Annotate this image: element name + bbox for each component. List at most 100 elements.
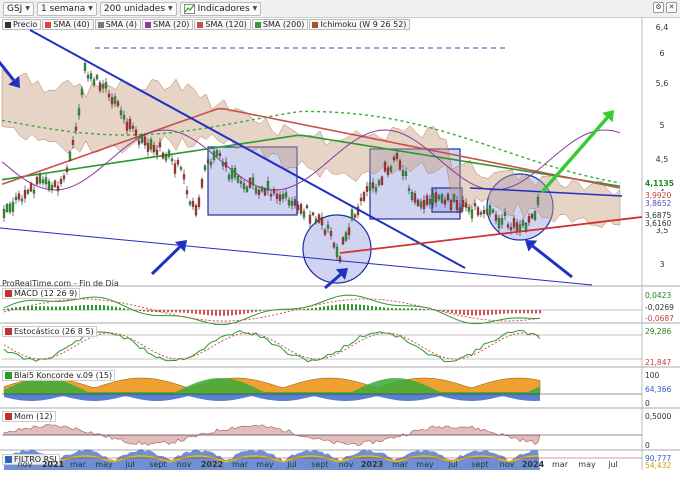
candle-body [389,166,393,172]
candle-body [176,160,180,165]
candle-body [260,186,264,192]
time-axis-year: 2023 [360,460,384,469]
candle-body [272,188,276,194]
candle-body [275,193,279,199]
candle-body [146,143,150,152]
candle-body [344,232,348,241]
time-axis-month: jul [448,460,458,469]
panel-title[interactable]: MACD (12 26 9) [2,288,81,299]
candle-body [245,186,249,192]
candle-body [380,176,384,185]
panel-value: 100 [645,371,660,380]
candle-body [5,203,9,212]
candle-body [491,209,495,213]
candle-body [122,115,126,120]
candle-body [269,194,273,197]
candle-body [170,158,174,162]
candle-body [236,176,240,183]
time-axis-month: nov [499,460,515,469]
candle-body [341,237,345,245]
price-tick-label: 6,4 [655,23,669,32]
panel-value: -0,0687 [645,314,674,323]
time-axis-month: sept [471,460,489,469]
candle-body [452,194,456,202]
candle-body [479,212,483,215]
source-label: ProRealTime.com - Fin de Día [2,279,119,288]
candle-body [287,199,291,206]
stochastic-panel [2,329,642,363]
time-axis-month: jul [125,460,135,469]
panel-title-label: Mom (12) [14,412,53,421]
time-axis: nov 2021 mar may jul sept nov 2022 mar may jul sept… [0,458,640,470]
price-tick-label: 6 [659,49,665,58]
candle-body [431,193,435,204]
candle-body [437,195,441,200]
candle-body [446,194,450,201]
candle-body [494,214,498,221]
candle-body [95,75,99,80]
panel-title[interactable]: Estocástico (26 8 5) [2,326,97,337]
candle-body [317,214,321,223]
panel-title[interactable]: Blai5 Koncorde v.09 (15) [2,370,116,381]
candle-body [374,187,378,192]
candle-body [41,179,45,184]
candle-body [68,151,72,161]
time-axis-year: 2022 [200,460,224,469]
time-axis-month: nov [17,460,33,469]
candle-body [98,82,102,91]
candle-body [443,199,447,205]
indicator-icon [5,328,12,335]
candle-body [509,227,513,231]
indicator-icon [5,372,12,379]
candle-body [92,79,96,86]
candle-body [293,199,297,206]
price-tick-label: 5 [659,121,665,130]
candle-body [53,180,57,187]
candle-body [140,134,144,143]
candle-body [47,181,51,190]
candle-body [206,159,210,163]
time-axis-month: jul [608,460,618,469]
candle-body [257,190,261,195]
macd-panel [2,294,642,326]
candle-body [521,220,525,226]
candle-body [155,150,159,155]
candle-body [533,211,537,220]
candle-body [221,162,225,166]
candle-body [185,190,189,195]
candle-body [32,189,36,194]
candle-body [485,209,489,214]
time-axis-month: nov [338,460,354,469]
candle-body [365,186,369,192]
time-axis-month: mar [70,460,86,469]
panel-title[interactable]: Mom (12) [2,411,56,422]
candle-body [314,218,318,223]
candle-body [482,210,486,214]
candle-body [188,201,192,205]
candle-body [497,218,501,229]
koncorde-blue-area [4,394,540,401]
candle-body [137,140,141,145]
candle-body [458,207,462,212]
candle-body [209,162,213,166]
candle-body [131,125,135,129]
candle-body [143,136,147,146]
candle-body [77,108,81,116]
candle-body [200,178,204,188]
candle-body [284,192,288,198]
candle-body [500,218,504,225]
candle-body [65,167,69,173]
candle-body [410,192,414,200]
candle-body [104,82,108,89]
time-axis-month: may [256,460,274,469]
panel-value: 0 [645,399,650,408]
chart-canvas[interactable] [0,0,680,502]
candle-body [299,204,303,214]
candle-body [530,214,534,219]
candle-body [290,201,294,206]
candle-body [332,243,336,248]
candle-body [278,194,282,201]
candle-body [416,199,420,206]
candle-body [473,203,477,207]
price-tag: 3,8652 [644,199,680,208]
